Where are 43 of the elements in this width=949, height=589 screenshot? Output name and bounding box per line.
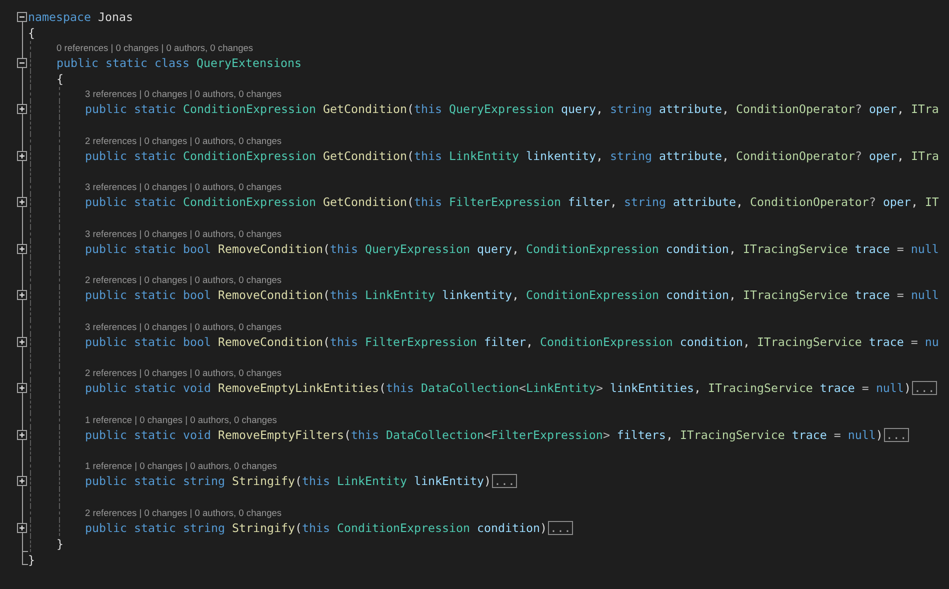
code-lens[interactable]: 3 references | 0 changes | 0 authors, 0 changes	[85, 87, 282, 101]
code-lens[interactable]: 2 references | 0 changes | 0 authors, 0 changes	[85, 273, 282, 287]
code-lens[interactable]: 3 references | 0 changes | 0 authors, 0 changes	[85, 226, 282, 240]
expand-icon[interactable]	[17, 197, 27, 207]
expand-icon[interactable]	[17, 290, 27, 300]
code-lens[interactable]: 3 references | 0 changes | 0 authors, 0 changes	[85, 180, 282, 194]
code-line: namespace Jonas	[28, 9, 133, 25]
collapsed-code-indicator[interactable]: ...	[912, 381, 937, 395]
code-line: public static bool RemoveCondition(this FilterExpression filter, ConditionExpression condition, ITracingService trace = nu	[85, 334, 939, 350]
code-line: public static void RemoveEmptyLinkEntities(this DataCollection<LinkEntity> linkEntities, ITracingService trace = null)	[85, 380, 911, 396]
code-line: public static class QueryExtensions	[56, 55, 302, 71]
code-line: public static bool RemoveCondition(this QueryExpression query, ConditionExpression condition, ITracingService trace = null	[85, 240, 939, 256]
code-line: public static ConditionExpression GetCondition(this QueryExpression query, string attribute, ConditionOperator? oper, ITra	[85, 101, 939, 117]
code-line: public static string Stringify(this ConditionExpression condition)	[85, 520, 547, 536]
collapsed-code-indicator[interactable]: ...	[548, 520, 573, 534]
code-lens[interactable]: 2 references | 0 changes | 0 authors, 0 changes	[85, 134, 282, 148]
expand-icon[interactable]	[17, 336, 27, 346]
code-lens[interactable]: 1 reference | 0 changes | 0 authors, 0 changes	[85, 412, 277, 426]
code-line: public static string Stringify(this LinkEntity linkEntity)	[85, 473, 491, 489]
expand-icon[interactable]	[17, 383, 27, 393]
code-lens[interactable]: 1 reference | 0 changes | 0 authors, 0 changes	[85, 459, 277, 473]
brace: }	[28, 552, 35, 568]
code-line: public static bool RemoveCondition(this LinkEntity linkentity, ConditionExpression condition, ITracingService trace = null	[85, 287, 939, 303]
collapsed-code-indicator[interactable]: ...	[884, 428, 909, 442]
brace: }	[56, 536, 64, 552]
expand-icon[interactable]	[17, 150, 27, 160]
expand-icon[interactable]	[17, 244, 27, 254]
brace: {	[28, 25, 35, 41]
code-line: public static ConditionExpression GetCondition(this LinkEntity linkentity, string attribute, ConditionOperator? oper, ITra	[85, 148, 939, 164]
code-line: public static void RemoveEmptyFilters(this DataCollection<FilterExpression> filters, ITracingService trace = null)	[85, 426, 883, 442]
code-lens[interactable]: 3 references | 0 changes | 0 authors, 0 changes	[85, 320, 282, 334]
collapsed-code-indicator[interactable]: ...	[492, 474, 517, 488]
brace: {	[56, 71, 64, 87]
collapse-icon[interactable]	[17, 12, 27, 22]
expand-icon[interactable]	[17, 104, 27, 114]
code-lens[interactable]: 2 references | 0 changes | 0 authors, 0 changes	[85, 506, 282, 520]
code-lens[interactable]: 0 references | 0 changes | 0 authors, 0 changes	[56, 41, 254, 55]
expand-icon[interactable]	[17, 476, 27, 486]
collapse-icon[interactable]	[17, 58, 27, 68]
code-line: public static ConditionExpression GetCondition(this FilterExpression filter, string attribute, ConditionOperator? oper, IT	[85, 194, 939, 210]
code-lens[interactable]: 2 references | 0 changes | 0 authors, 0 changes	[85, 366, 282, 380]
expand-icon[interactable]	[17, 522, 27, 532]
expand-icon[interactable]	[17, 430, 27, 440]
